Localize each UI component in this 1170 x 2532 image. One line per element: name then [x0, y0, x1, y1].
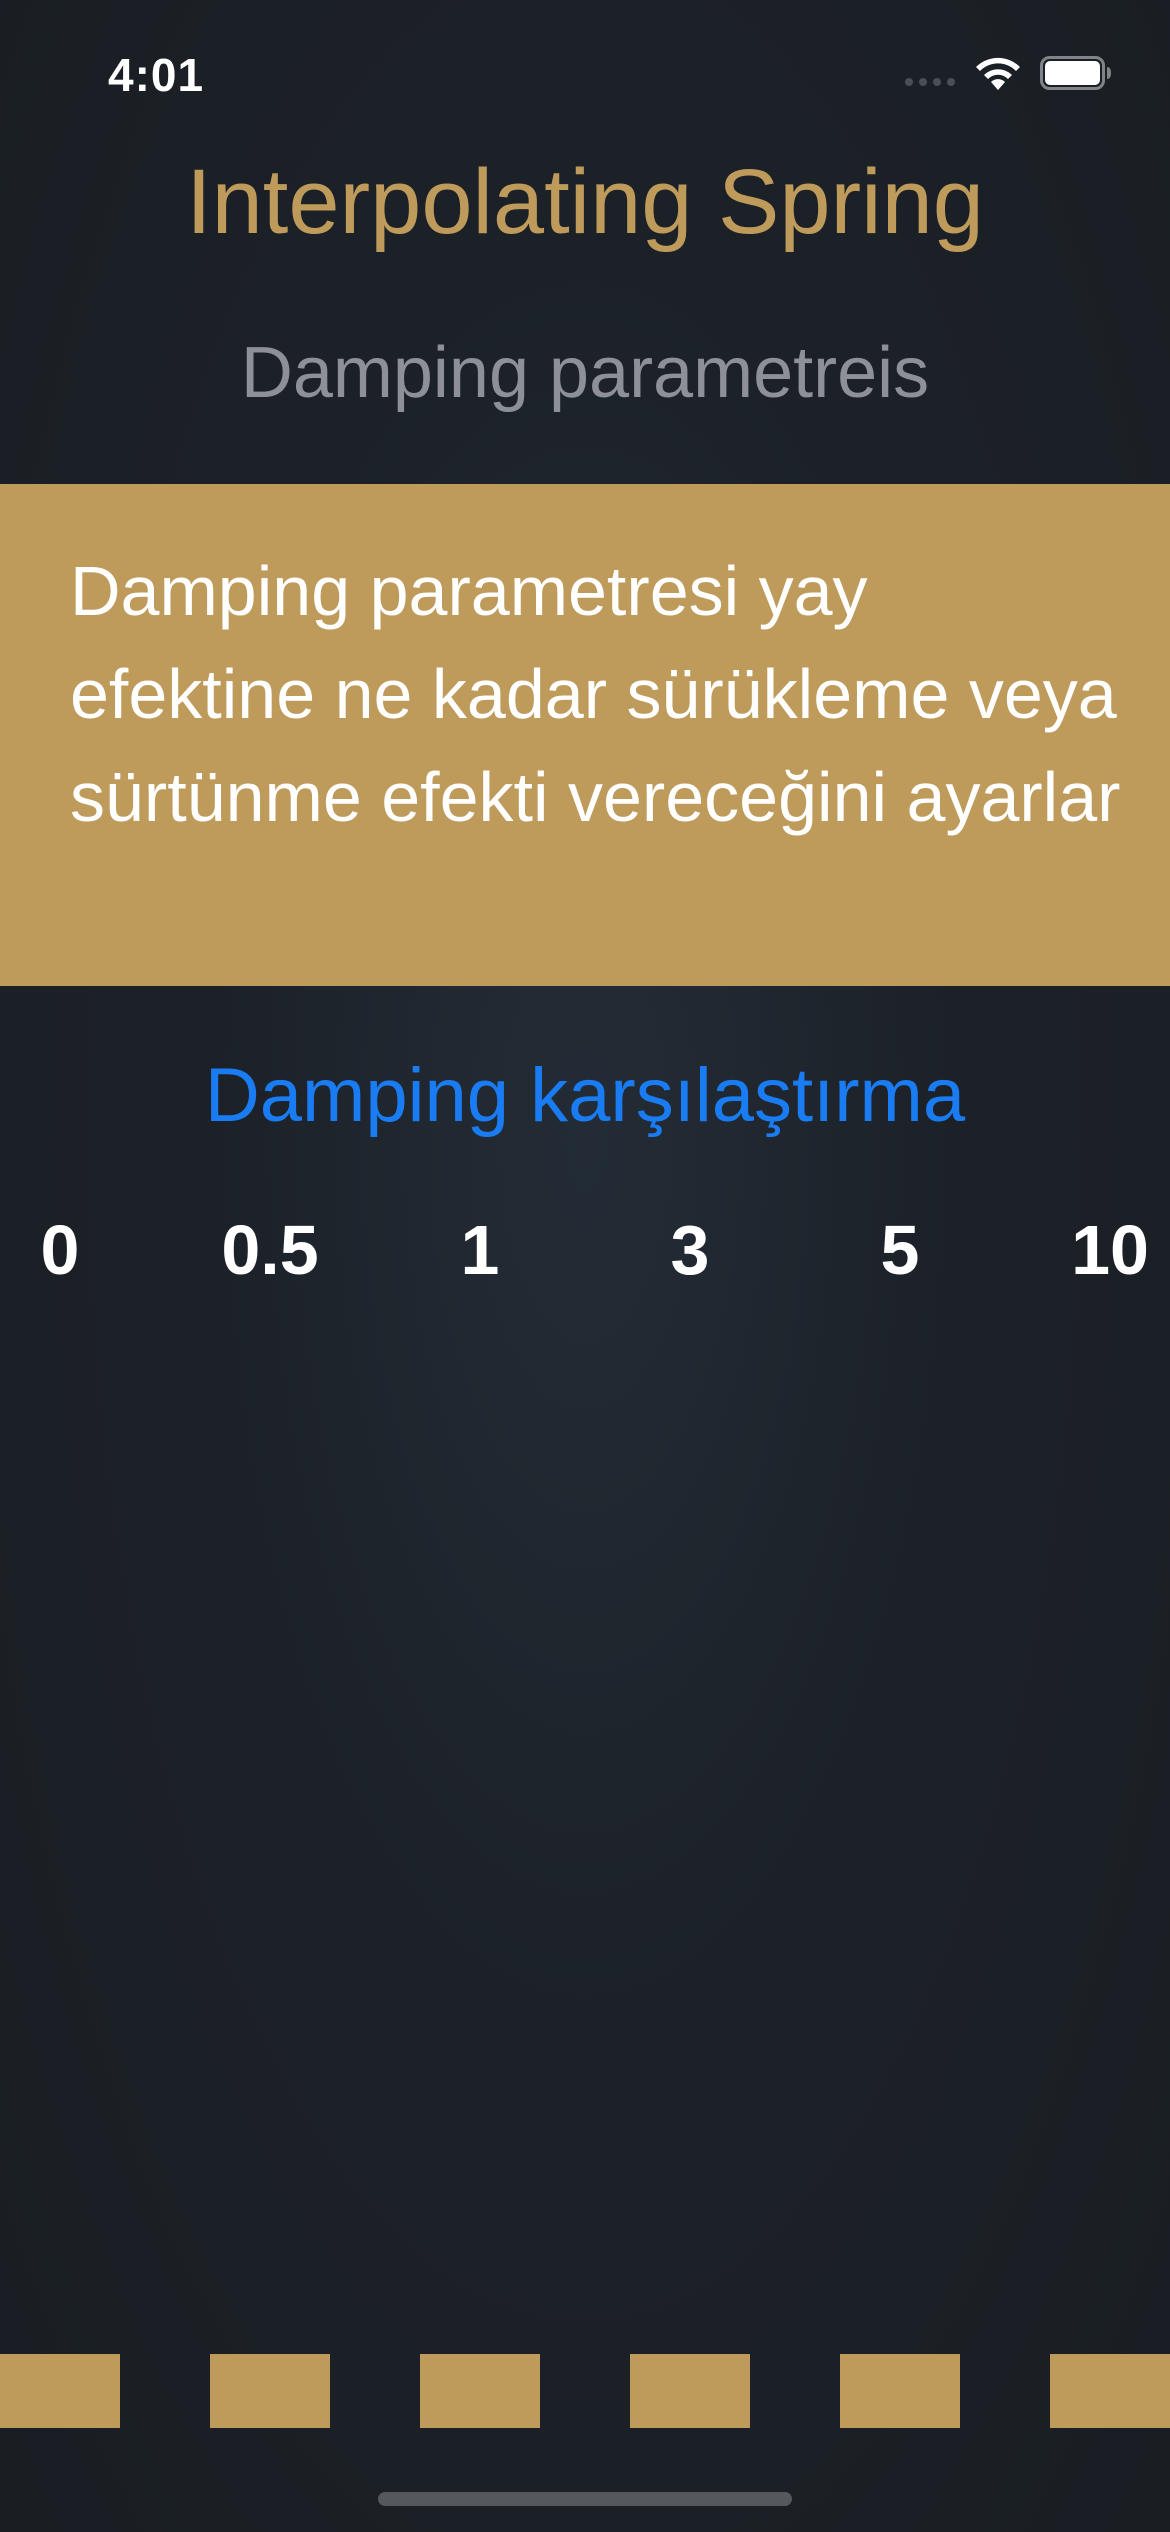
spring-block: [420, 2354, 540, 2428]
status-time: 4:01: [108, 49, 205, 101]
damping-values-row: 0 0.5 1 3 5 10: [0, 1210, 1170, 1300]
spring-block: [1050, 2354, 1170, 2428]
spring-block: [0, 2354, 120, 2428]
damping-value-label: 0: [40, 1211, 80, 1289]
spring-block: [630, 2354, 750, 2428]
battery-icon: [1040, 56, 1111, 90]
home-indicator[interactable]: [378, 2492, 792, 2506]
wifi-icon: [976, 57, 1020, 90]
damping-value-label: 0.5: [221, 1211, 319, 1289]
info-card-text: Damping parametresi yay efektine ne kada…: [70, 552, 1121, 836]
status-bar: 4:01: [0, 0, 1170, 140]
spring-blocks-row: [0, 2354, 1170, 2428]
cellular-signal-icon: [905, 78, 955, 86]
damping-value-label: 1: [460, 1211, 500, 1289]
damping-comparison-link[interactable]: Damping karşılaştırma: [0, 1052, 1170, 1139]
damping-value-label: 10: [1071, 1211, 1149, 1289]
spring-block: [210, 2354, 330, 2428]
page-subtitle: Damping parametreis: [240, 333, 930, 413]
page-title: Interpolating Spring: [186, 151, 984, 253]
damping-value-label: 5: [880, 1211, 920, 1289]
spring-block: [840, 2354, 960, 2428]
damping-value-label: 3: [670, 1211, 710, 1289]
